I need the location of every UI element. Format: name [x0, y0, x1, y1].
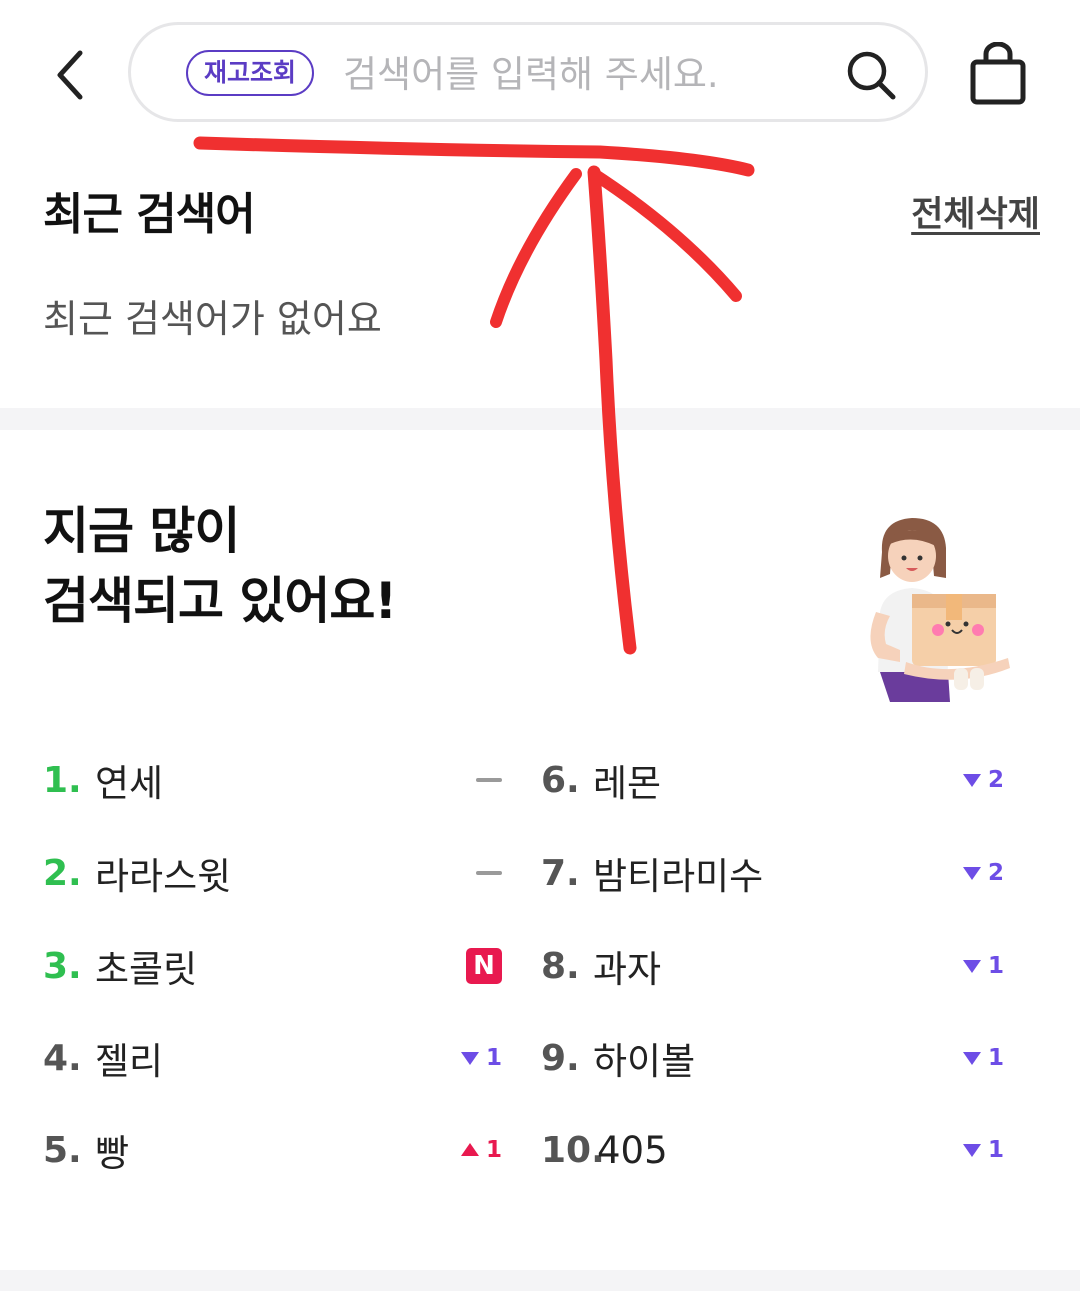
rank-change-value: 1 [987, 1045, 1004, 1071]
rank-change-down: 1 [440, 1028, 502, 1088]
popular-searches-title: 지금 많이 검색되고 있어요! [43, 496, 397, 636]
annotation-arrowhead-left [490, 168, 582, 328]
search-button[interactable] [841, 45, 901, 105]
down-triangle-icon [962, 960, 981, 973]
rank-change-value: 1 [987, 1137, 1004, 1163]
top-bar: 재고조회 [0, 0, 1080, 150]
rank-change-down: 2 [940, 750, 1004, 810]
rank-item[interactable]: 9. 하이볼 [541, 1028, 695, 1088]
rank-number: 5. [43, 1129, 82, 1171]
rank-change-value: 1 [485, 1137, 502, 1163]
down-triangle-icon [962, 774, 981, 787]
rank-change-value: 2 [987, 767, 1004, 793]
rank-keyword: 빵 [95, 1132, 130, 1175]
up-triangle-icon [460, 1143, 479, 1156]
shopping-bag-icon [970, 42, 1026, 105]
rank-number: 9. [541, 1037, 580, 1079]
delete-all-button[interactable]: 전체삭제 [911, 186, 1040, 237]
rank-number: 4. [43, 1037, 82, 1079]
rank-item[interactable]: 4. 젤리 [43, 1028, 163, 1088]
rank-item[interactable]: 10. 405 [541, 1120, 668, 1180]
mascot-illustration [870, 518, 1010, 702]
chevron-left-icon [57, 50, 83, 100]
search-icon [847, 51, 896, 100]
section-divider [0, 408, 1080, 430]
rank-change-value: 1 [485, 1045, 502, 1071]
rank-change-down: 2 [940, 843, 1004, 903]
rank-number: 7. [541, 852, 580, 894]
rank-change-value: 2 [987, 860, 1004, 886]
rank-keyword: 연세 [95, 762, 164, 805]
stock-lookup-chip[interactable]: 재고조회 [186, 50, 315, 96]
rank-keyword: 라라스윗 [95, 855, 232, 898]
rank-number: 3. [43, 945, 82, 987]
rank-keyword: 초콜릿 [95, 948, 198, 991]
no-change-dash-icon [476, 778, 502, 782]
rank-number: 10. [541, 1129, 605, 1171]
down-triangle-icon [962, 1052, 981, 1065]
rank-change-value: 1 [987, 953, 1004, 979]
rank-number: 1. [43, 759, 82, 801]
new-badge: N [466, 948, 502, 984]
rank-change-up: 1 [440, 1120, 502, 1180]
recent-empty-message: 최근 검색어가 없어요 [43, 297, 382, 341]
rank-keyword: 하이볼 [593, 1040, 696, 1083]
rank-change-same [440, 750, 502, 810]
popular-title-line1: 지금 많이 [43, 502, 240, 560]
recent-searches-title: 최근 검색어 [43, 189, 256, 240]
rank-item[interactable]: 5. 빵 [43, 1120, 129, 1180]
rank-item[interactable]: 2. 라라스윗 [43, 843, 231, 903]
popular-title-line2: 검색되고 있어요! [43, 572, 397, 630]
rank-number: 2. [43, 852, 82, 894]
rank-keyword: 과자 [593, 948, 662, 991]
rank-number: 6. [541, 759, 580, 801]
rank-keyword: 밤티라미수 [593, 855, 764, 898]
rank-keyword: 레몬 [593, 762, 662, 805]
rank-number: 8. [541, 945, 580, 987]
rank-change-down: 1 [940, 936, 1004, 996]
rank-item[interactable]: 7. 밤티라미수 [541, 843, 763, 903]
rank-item[interactable]: 3. 초콜릿 [43, 936, 197, 996]
rank-item[interactable]: 8. 과자 [541, 936, 661, 996]
down-triangle-icon [460, 1052, 479, 1065]
rank-keyword: 405 [597, 1128, 668, 1172]
search-input[interactable] [341, 47, 825, 101]
search-bar[interactable]: 재고조회 [128, 22, 928, 122]
bottom-divider [0, 1270, 1080, 1291]
down-triangle-icon [962, 867, 981, 880]
back-button[interactable] [40, 40, 100, 110]
down-triangle-icon [962, 1144, 981, 1157]
rank-item[interactable]: 6. 레몬 [541, 750, 661, 810]
cart-button[interactable] [962, 38, 1034, 110]
rank-item[interactable]: 1. 연세 [43, 750, 163, 810]
no-change-dash-icon [476, 871, 502, 875]
rank-change-same [440, 843, 502, 903]
annotation-arrowhead-right [588, 168, 742, 302]
rank-change-down: 1 [940, 1028, 1004, 1088]
rank-change-new: N [440, 936, 502, 996]
rank-keyword: 젤리 [95, 1040, 164, 1083]
rank-change-down: 1 [940, 1120, 1004, 1180]
